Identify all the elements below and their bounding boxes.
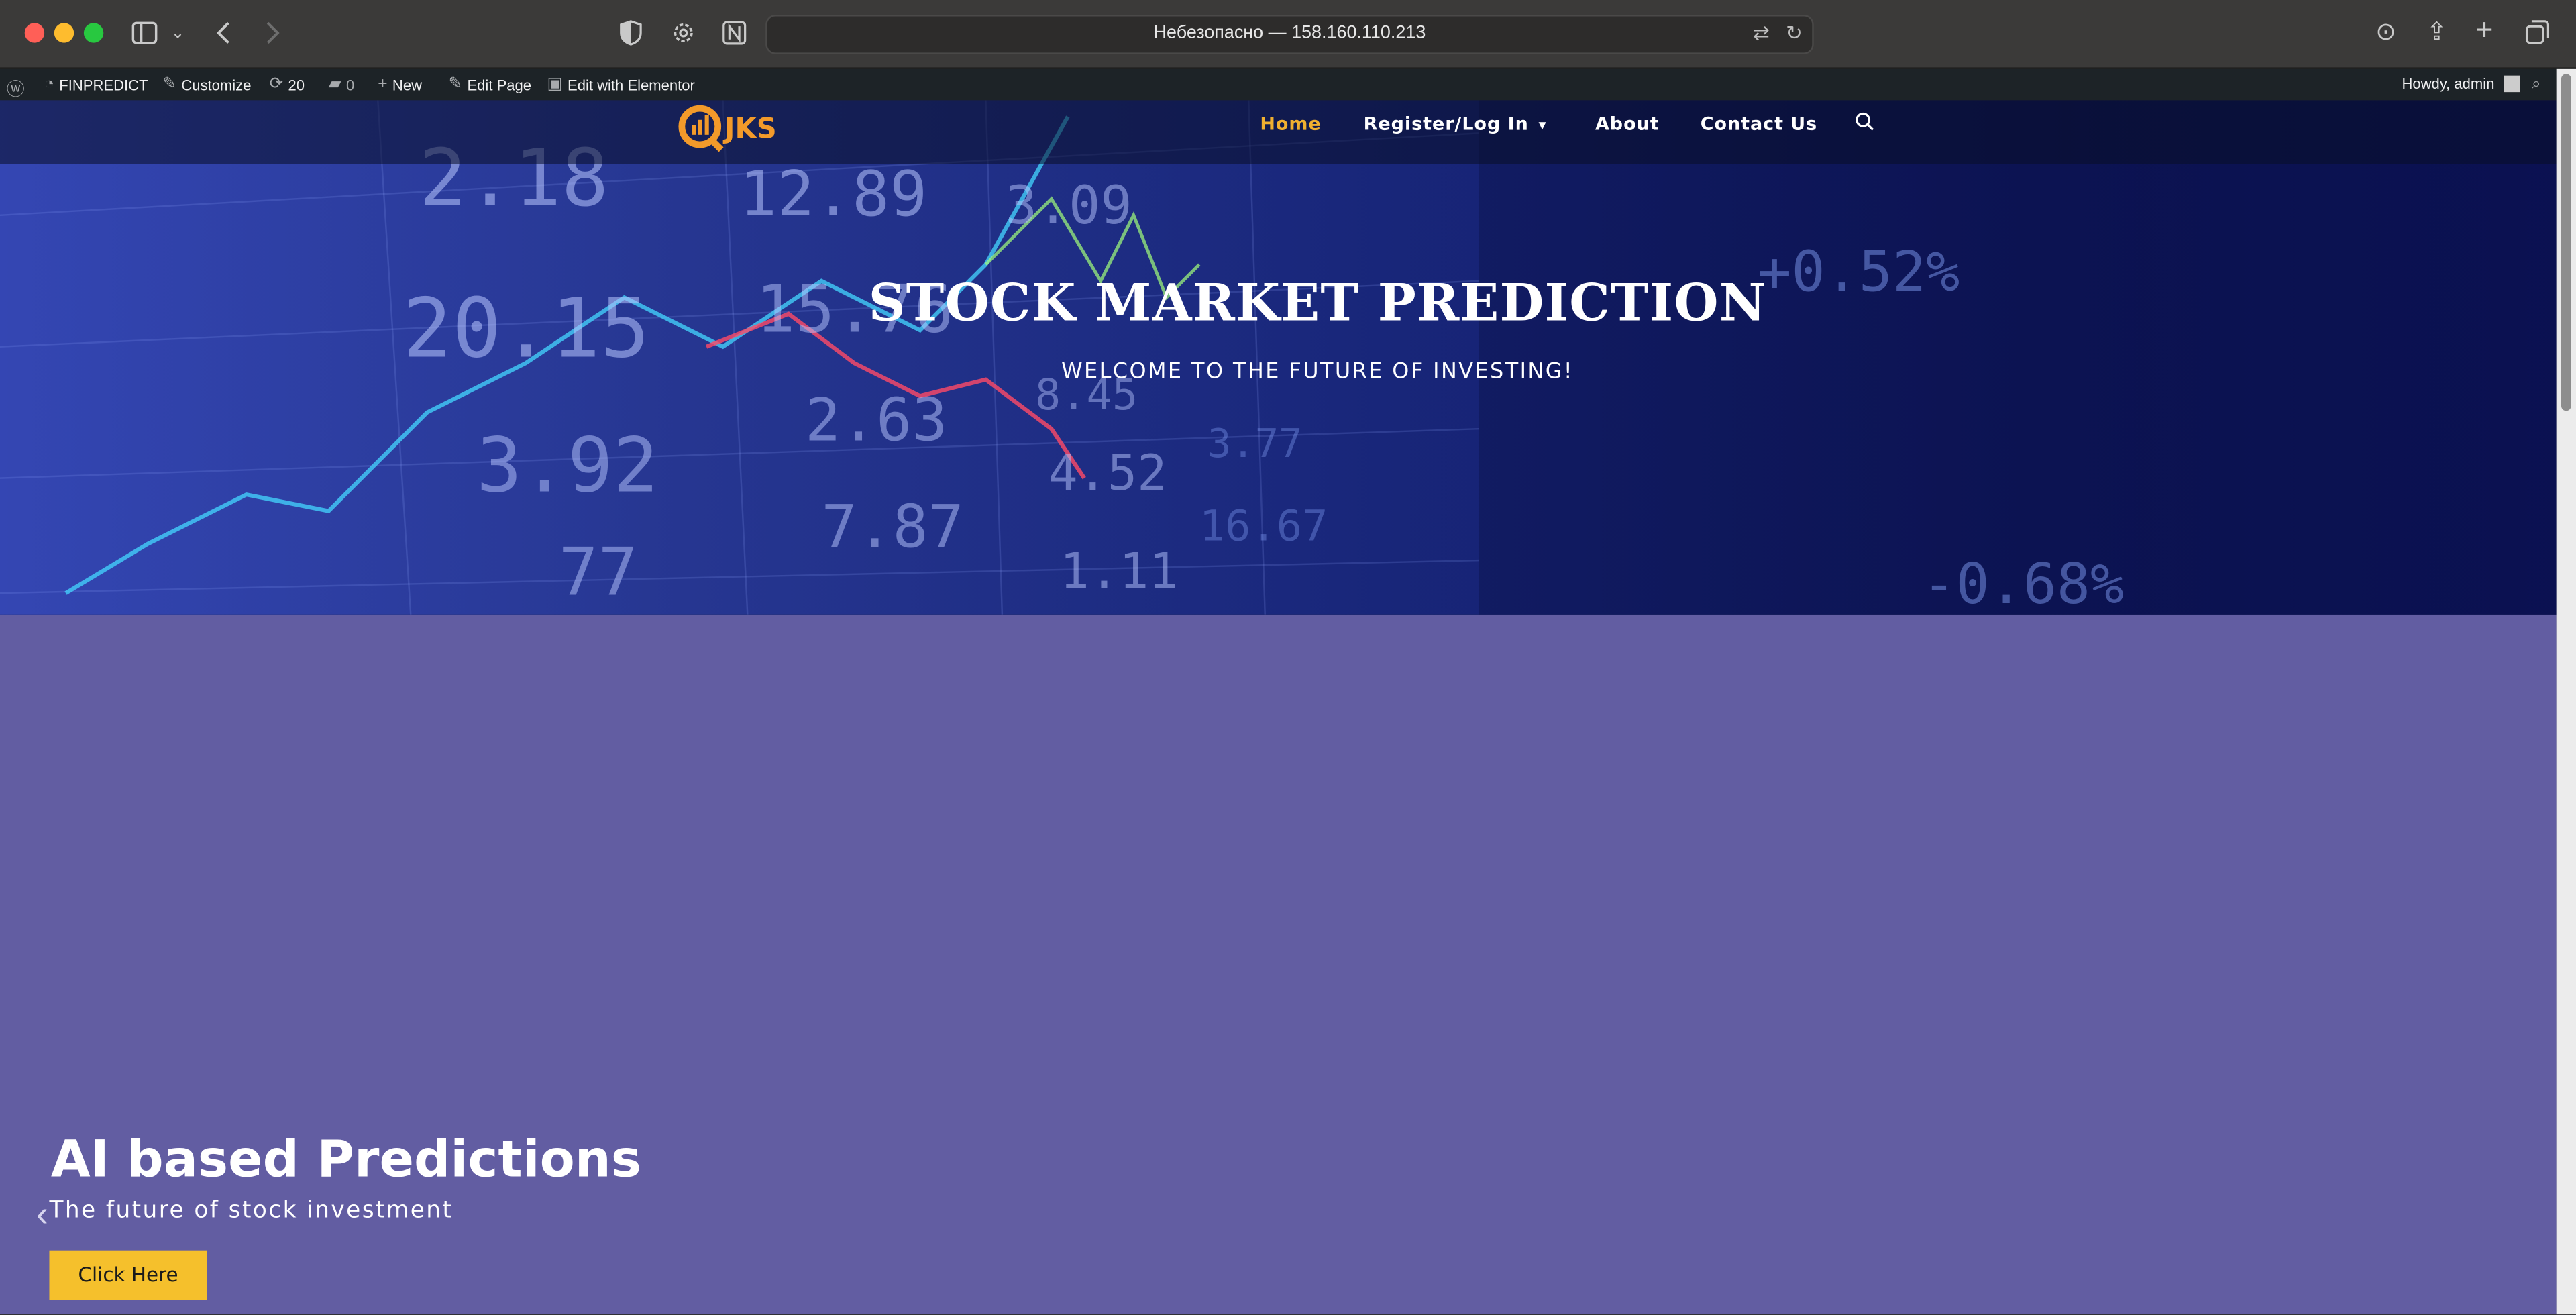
hero-slider: AI based Predictions ‹ The future of sto… [0,614,2557,1315]
dashboard-icon: ◔ [44,75,54,94]
chevron-down-icon: ▾ [1538,118,1547,135]
screen: ⌄ Небезопасно — 158.160.110.213 ⇄ ↻ ⊙ ⇪ … [0,0,2576,1315]
elementor-icon: ▣ [547,75,563,94]
ticker-number: 3.09 [1005,174,1132,237]
chevron-left-icon[interactable]: ‹ [36,1196,48,1232]
minimize-window-button[interactable] [54,23,74,43]
privacy-shield-icon[interactable] [619,19,642,46]
new-label: New [392,76,423,93]
site-name-link[interactable]: ◔ FINPREDICT [44,76,148,94]
wp-admin-bar: ⓦ ◔ FINPREDICT ✎ Customize ⟳ 20 ▰ 0 + Ne… [0,68,2576,102]
hero-subtitle: WELCOME TO THE FUTURE OF INVESTING! [1061,360,1574,385]
comments-link[interactable]: ▰ 0 [329,76,354,94]
admin-search-icon[interactable]: ⌕ [2532,76,2541,94]
nav-register-label: Register/Log In [1363,113,1529,135]
ticker-number: 1.11 [1059,543,1179,602]
logo-text: JKS [722,112,777,145]
ticker-number: 16.67 [1199,503,1328,552]
comment-icon: ▰ [328,75,341,94]
howdy-label: Howdy, admin [2402,75,2495,93]
reload-icon[interactable]: ↻ [1786,21,1803,44]
downloads-icon[interactable]: ⊙ [2375,19,2396,46]
close-window-button[interactable] [24,23,45,43]
hero-banner: 2.18 12.89 3.09 20.15 15.76 +0.52% 2.63 … [0,100,2557,615]
gear-icon[interactable] [670,19,696,46]
ticker-number: 77 [558,535,638,612]
ticker-number: 3.92 [476,420,659,510]
notion-icon[interactable] [721,19,747,46]
slide-subtitle: The future of stock investment [49,1198,453,1224]
hero-title: STOCK MARKET PREDICTION [868,274,1767,334]
nav-about[interactable]: About [1595,113,1660,135]
updates-count: 20 [288,76,305,93]
site-logo[interactable]: JKS [676,103,790,152]
brush-icon: ✎ [162,75,176,94]
new-tab-icon[interactable]: + [2476,15,2493,44]
forward-icon[interactable] [264,21,280,44]
ticker-number: -0.68% [1922,551,2125,615]
translate-icon[interactable]: ⇄ [1753,21,1770,44]
edit-elementor-link[interactable]: ▣ Edit with Elementor [547,76,695,94]
chevron-down-icon[interactable]: ⌄ [171,21,185,48]
site-name: FINPREDICT [59,76,148,93]
ticker-number: 4.52 [1048,445,1167,503]
sidebar-icon[interactable] [131,21,158,44]
comments-count: 0 [346,76,355,93]
tab-overview-icon[interactable] [2525,19,2550,44]
avatar [2504,75,2521,93]
updates-link[interactable]: ⟳ 20 [270,76,305,94]
url-text: Небезопасно — 158.160.110.213 [1153,23,1426,43]
address-bar[interactable]: Небезопасно — 158.160.110.213 ⇄ ↻ [765,15,1814,54]
scrollbar-thumb[interactable] [2561,74,2571,411]
ticker-number: 12.89 [739,158,928,230]
nav-home[interactable]: Home [1260,113,1321,135]
wordpress-logo-icon[interactable]: ⓦ [7,76,25,102]
edit-page-label: Edit Page [467,76,532,93]
share-icon[interactable]: ⇪ [2426,19,2447,46]
customize-link[interactable]: ✎ Customize [162,76,251,94]
nav-contact[interactable]: Contact Us [1701,113,1817,135]
updates-icon: ⟳ [269,75,284,94]
ticker-number: 3.77 [1208,420,1303,467]
edit-page-link[interactable]: ✎ Edit Page [449,76,531,94]
plus-icon: + [378,75,388,94]
click-here-button[interactable]: Click Here [49,1250,207,1300]
slide-title: AI based Predictions [50,1130,642,1190]
search-icon[interactable] [1855,112,1874,132]
ticker-number: 2.63 [805,387,948,456]
pencil-icon: ✎ [448,75,463,94]
account-link[interactable]: Howdy, admin [2402,75,2521,93]
customize-label: Customize [181,76,252,93]
new-content-link[interactable]: + New [378,76,422,94]
edit-elementor-label: Edit with Elementor [568,76,695,93]
nav-register-login[interactable]: Register/Log In ▾ [1364,113,1547,135]
ticker-number: 7.87 [821,494,964,562]
back-icon[interactable] [215,21,231,44]
browser-toolbar: ⌄ Небезопасно — 158.160.110.213 ⇄ ↻ ⊙ ⇪ … [0,0,2576,69]
zoom-window-button[interactable] [83,23,104,43]
